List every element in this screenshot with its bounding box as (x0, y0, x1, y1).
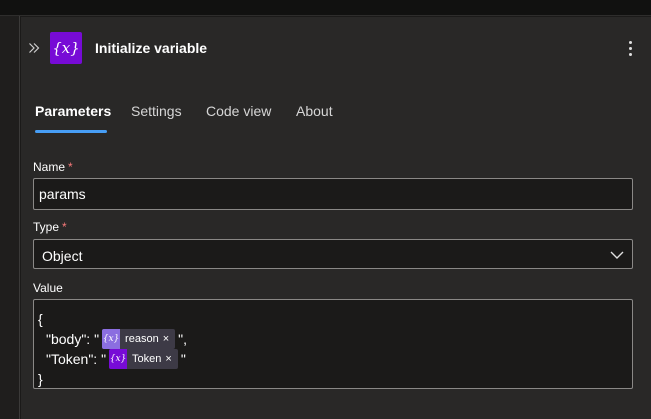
code-line: } (38, 371, 43, 387)
code-line: "body": " {x} reason × ", (46, 329, 187, 349)
variable-icon: {x} (102, 329, 121, 349)
name-input[interactable] (34, 179, 632, 209)
more-options-button[interactable] (621, 38, 639, 58)
canvas-gutter (0, 16, 20, 419)
type-field-label: Type * (33, 220, 67, 234)
type-dropdown[interactable]: Object (33, 239, 633, 269)
panel-title: Initialize variable (95, 40, 208, 56)
token-label: Token (132, 353, 162, 365)
variable-icon: {x} (50, 32, 82, 64)
name-field[interactable] (33, 178, 633, 210)
token-label: reason (125, 333, 159, 345)
value-field-label: Value (33, 281, 63, 295)
value-code: { "body": " {x} reason × ", "Token": " {… (34, 300, 632, 389)
more-dot-icon (628, 40, 632, 44)
active-tab-indicator (35, 130, 107, 133)
code-line: "Token": " {x} Token × " (46, 349, 186, 369)
remove-token-icon[interactable]: × (165, 349, 171, 369)
variable-icon: {x} (109, 349, 128, 369)
more-dot-icon (628, 46, 632, 50)
tab-about[interactable]: About (296, 97, 333, 133)
remove-token-icon[interactable]: × (163, 329, 169, 349)
action-panel: {x} Initialize variable Parameters Setti… (21, 17, 651, 419)
required-marker: * (62, 220, 67, 234)
collapse-panel-button[interactable] (25, 37, 43, 59)
tab-code-view[interactable]: Code view (206, 97, 271, 133)
value-editor[interactable]: { "body": " {x} reason × ", "Token": " {… (33, 299, 633, 389)
more-dot-icon (628, 52, 632, 56)
chevron-down-icon (610, 251, 624, 259)
code-line: { (38, 311, 43, 327)
top-bar (0, 0, 651, 16)
double-chevron-right-icon (29, 43, 40, 53)
required-marker: * (68, 160, 73, 174)
panel-header: {x} Initialize variable (21, 17, 651, 79)
name-field-label: Name * (33, 160, 73, 174)
dynamic-token-reason[interactable]: {x} reason × (102, 329, 176, 349)
tab-parameters[interactable]: Parameters (35, 97, 111, 133)
dynamic-token-token[interactable]: {x} Token × (109, 349, 178, 369)
tab-settings[interactable]: Settings (131, 97, 182, 133)
type-selected-value: Object (42, 248, 83, 264)
tab-bar: Parameters Settings Code view About (21, 97, 651, 133)
